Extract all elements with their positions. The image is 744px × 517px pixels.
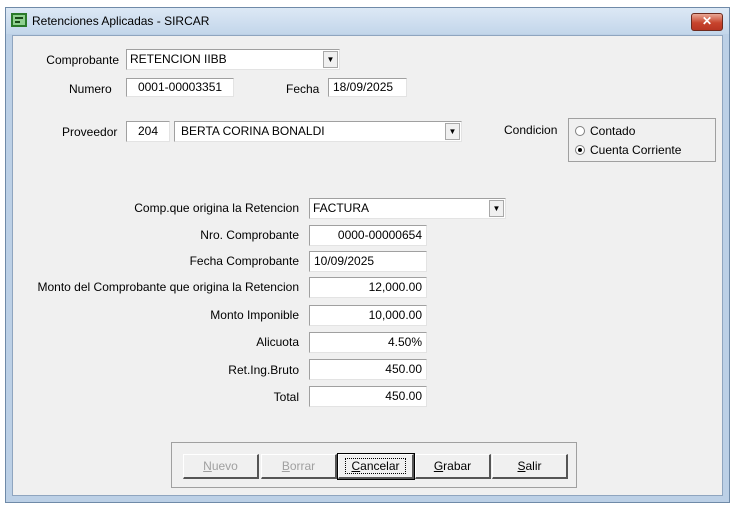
grabar-label: rabar (443, 459, 472, 473)
proveedor-label: Proveedor (62, 125, 118, 139)
fecha-field[interactable]: 18/09/2025 (328, 78, 407, 97)
monto-imponible-field[interactable]: 10,000.00 (309, 305, 427, 326)
ret-ing-bruto-field[interactable]: 450.00 (309, 359, 427, 380)
alicuota-field[interactable]: 4.50% (309, 332, 427, 353)
borrar-label: orrar (289, 459, 316, 473)
radio-contado[interactable]: Contado (575, 124, 635, 138)
window-title: Retenciones Aplicadas - SIRCAR (32, 14, 210, 28)
numero-label: Numero (69, 82, 112, 96)
comprobante-select[interactable]: RETENCION IIBB ▼ (126, 49, 340, 70)
radio-cuenta-corriente-label: Cuenta Corriente (590, 143, 682, 157)
nuevo-label: uevo (211, 459, 238, 473)
total-field[interactable]: 450.00 (309, 386, 427, 407)
monto-imponible-label: Monto Imponible (210, 308, 299, 322)
grabar-button[interactable]: Grabar (415, 454, 491, 479)
radio-button-icon[interactable] (575, 126, 585, 136)
cancelar-label: ancelar (360, 459, 400, 473)
condicion-label: Condicion (504, 123, 558, 137)
borrar-button[interactable]: Borrar (261, 454, 337, 479)
fecha-label: Fecha (286, 82, 320, 96)
chevron-down-icon[interactable]: ▼ (489, 200, 504, 217)
comprobante-value: RETENCION IIBB (130, 52, 227, 66)
radio-button-selected-icon[interactable] (575, 145, 585, 155)
salir-mnemonic: S (517, 459, 526, 473)
app-icon (11, 13, 27, 27)
condicion-group: Contado Cuenta Corriente (568, 118, 716, 162)
proveedor-code-field[interactable]: 204 (126, 121, 170, 142)
comprobante-label: Comprobante (46, 53, 119, 67)
nuevo-button[interactable]: Nuevo (183, 454, 259, 479)
chevron-down-icon[interactable]: ▼ (323, 51, 338, 68)
total-label: Total (273, 390, 299, 404)
ret-ing-bruto-label: Ret.Ing.Bruto (228, 363, 299, 377)
chevron-down-icon[interactable]: ▼ (445, 123, 460, 140)
form-area: Comprobante RETENCION IIBB ▼ Numero 0001… (12, 35, 723, 496)
borrar-mnemonic: B (281, 459, 290, 473)
radio-contado-label: Contado (590, 124, 636, 138)
numero-field[interactable]: 0001-00003351 (126, 78, 234, 97)
fecha-comprobante-field[interactable]: 10/09/2025 (309, 251, 427, 272)
salir-button[interactable]: Salir (492, 454, 568, 479)
comp-origina-value: FACTURA (313, 201, 370, 215)
proveedor-name: BERTA CORINA BONALDI (181, 124, 325, 138)
comp-origina-select[interactable]: FACTURA ▼ (309, 198, 506, 219)
button-bar: Nuevo Borrar Cancelar Grabar Salir (171, 442, 577, 488)
cancelar-button[interactable]: Cancelar (337, 453, 415, 480)
grabar-mnemonic: G (433, 459, 444, 473)
nro-comprobante-field[interactable]: 0000-00000654 (309, 225, 427, 246)
cancelar-mnemonic: C (351, 459, 361, 473)
close-icon: ✕ (701, 14, 713, 28)
nro-comprobante-label: Nro. Comprobante (200, 228, 299, 242)
salir-label: alir (525, 459, 542, 473)
monto-comprobante-label: Monto del Comprobante que origina la Ret… (37, 280, 300, 294)
app-window: Retenciones Aplicadas - SIRCAR ✕ Comprob… (5, 7, 730, 503)
focus-ring: Cancelar (345, 458, 406, 474)
proveedor-select[interactable]: BERTA CORINA BONALDI ▼ (174, 121, 462, 142)
close-button[interactable]: ✕ (691, 13, 723, 31)
comp-origina-label: Comp.que origina la Retencion (134, 201, 299, 215)
radio-cuenta-corriente[interactable]: Cuenta Corriente (575, 143, 681, 157)
fecha-comprobante-label: Fecha Comprobante (189, 254, 299, 268)
alicuota-label: Alicuota (256, 335, 299, 349)
title-bar[interactable]: Retenciones Aplicadas - SIRCAR ✕ (6, 8, 729, 34)
nuevo-mnemonic: N (203, 459, 212, 473)
monto-comprobante-field[interactable]: 12,000.00 (309, 277, 427, 298)
